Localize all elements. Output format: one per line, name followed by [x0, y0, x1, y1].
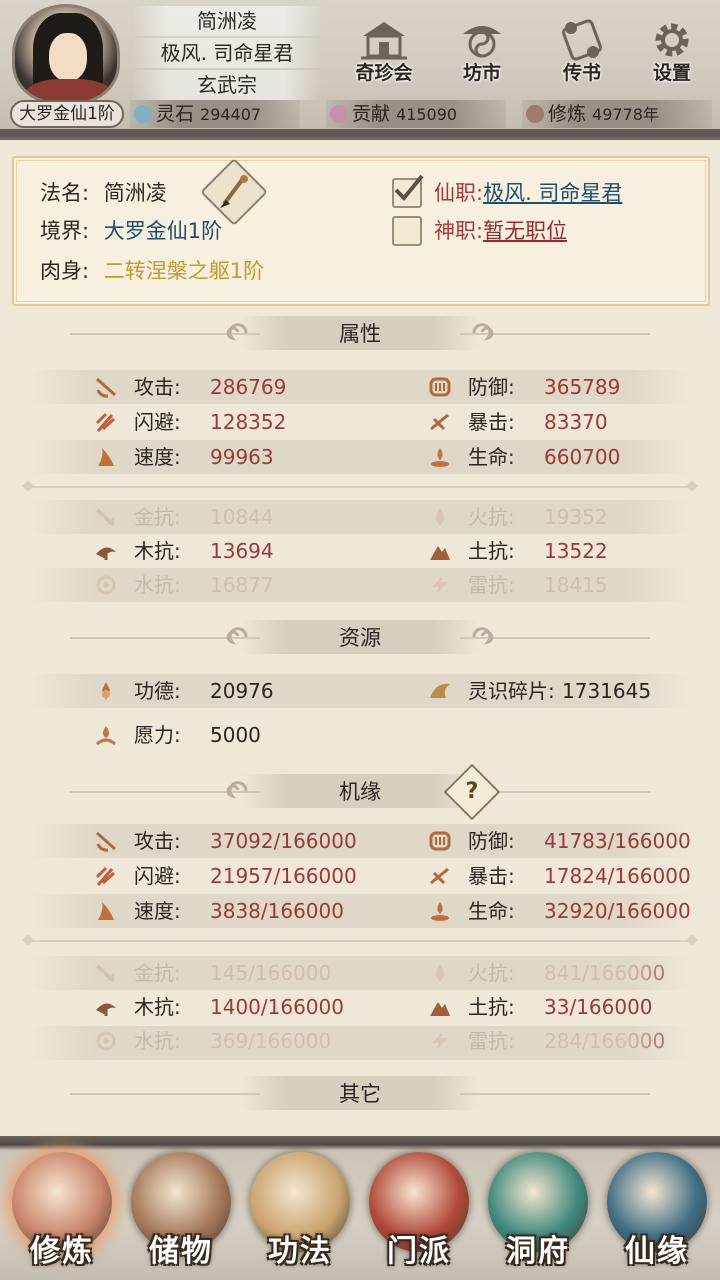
letters-button[interactable]: 传书	[542, 18, 622, 88]
nav-cave-dwelling[interactable]: 洞府	[480, 1148, 596, 1276]
player-sect: 玄武宗	[132, 70, 322, 100]
realm-badge: 大罗金仙1阶	[10, 100, 124, 128]
nav-technique-scroll[interactable]: 功法	[242, 1148, 358, 1276]
speed-icon	[98, 902, 114, 920]
speed-icon	[98, 448, 114, 466]
cultivation-counter: 修炼 49778年	[522, 100, 712, 128]
dodge-icon	[95, 412, 116, 432]
player-title: 极风. 司命星君	[132, 38, 322, 68]
nav-cultivation-master[interactable]: 修炼	[4, 1148, 120, 1276]
spirit-stone-icon	[134, 105, 152, 123]
attack-icon	[96, 377, 116, 398]
treasure-pavilion-icon	[359, 18, 409, 62]
section-title-other: 其它	[0, 1074, 720, 1114]
contribution-counter: 贡献 415090	[326, 100, 506, 128]
merit-icon	[102, 682, 110, 700]
divider	[28, 486, 692, 488]
body-row: 肉身: 二转涅槃之躯1阶	[40, 259, 265, 283]
defense-icon	[429, 831, 451, 851]
profile-card: 法名: 简洲凌 境界: 大罗金仙1阶 肉身: 二转涅槃之躯1阶 仙职:极风. 司…	[12, 156, 710, 306]
life-icon	[431, 448, 449, 467]
crit-icon	[430, 413, 449, 431]
cultivation-icon	[526, 105, 544, 123]
realm-row: 境界: 大罗金仙1阶	[40, 219, 223, 243]
immortal-post-link[interactable]: 极风. 司命星君	[483, 181, 622, 205]
section-title-resources: 资源	[0, 618, 720, 658]
identity-block: 简洲凌 极风. 司命星君 玄武宗	[132, 6, 322, 102]
checkmark-icon	[394, 174, 424, 201]
dodge-icon	[95, 866, 116, 886]
cloud-ornament-icon	[226, 781, 248, 799]
top-header: 大罗金仙1阶 简洲凌 极风. 司命星君 玄武宗 奇珍会 坊市 传书 设置 灵石 2…	[0, 0, 720, 140]
scroll-letter-icon	[557, 18, 607, 62]
treasure-pavilion-button[interactable]: 奇珍会	[344, 18, 424, 88]
bottom-nav: 修炼 储物 功法 门派 洞府 仙缘	[0, 1136, 720, 1280]
immortal-post-checkbox[interactable]	[392, 174, 424, 208]
crit-icon	[430, 867, 449, 885]
player-avatar-panel[interactable]: 大罗金仙1阶	[6, 4, 126, 128]
cloud-ornament-icon	[226, 627, 248, 645]
nav-storage-bag[interactable]: 储物	[123, 1148, 239, 1276]
spirit-stone-counter: 灵石 294407	[130, 100, 300, 128]
contribution-icon	[330, 105, 348, 123]
cloud-ornament-icon	[226, 323, 248, 341]
wood-resist-icon	[96, 1003, 116, 1016]
dharma-name-row: 法名: 简洲凌	[40, 181, 167, 205]
spirit-fragment-icon	[430, 683, 450, 698]
cloud-ornament-icon	[472, 323, 494, 341]
cloud-ornament-icon	[472, 627, 494, 645]
divine-post-link[interactable]: 暂无职位	[483, 219, 567, 243]
earth-resist-icon	[430, 1002, 450, 1016]
gear-icon	[647, 18, 697, 62]
avatar[interactable]	[12, 4, 120, 104]
player-name: 简洲凌	[132, 6, 322, 36]
market-button[interactable]: 坊市	[442, 18, 522, 88]
divider	[28, 940, 692, 942]
immortal-post-row: 仙职:极风. 司命星君	[434, 181, 623, 205]
brush-icon	[220, 175, 248, 208]
divine-post-row: 神职:暂无职位	[434, 219, 568, 243]
market-icon	[457, 18, 507, 62]
nav-sect-gate[interactable]: 门派	[361, 1148, 477, 1276]
section-title-attributes: 属性	[0, 314, 720, 354]
earth-resist-icon	[430, 546, 450, 560]
life-icon	[431, 902, 449, 921]
nav-immortal-fate[interactable]: 仙缘	[599, 1148, 715, 1276]
defense-icon	[429, 377, 451, 397]
attack-icon	[96, 831, 116, 852]
divine-post-checkbox[interactable]	[392, 216, 422, 246]
settings-button[interactable]: 设置	[632, 18, 712, 88]
wish-power-icon	[96, 726, 116, 746]
wood-resist-icon	[96, 547, 116, 560]
section-title-fortune: 机缘	[0, 772, 720, 812]
